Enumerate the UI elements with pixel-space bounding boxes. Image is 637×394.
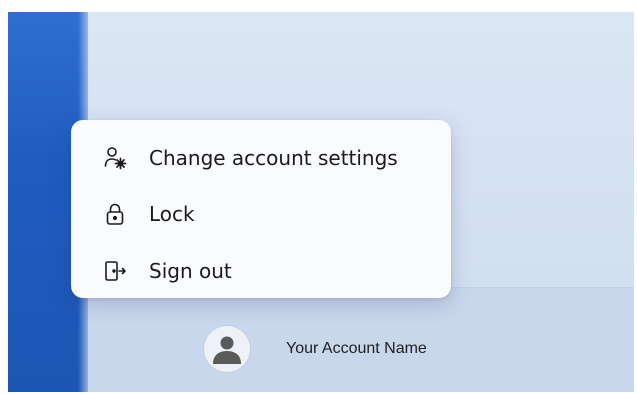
account-settings-icon	[103, 146, 127, 170]
account-context-menu: Change account settings Lock Sign out	[71, 120, 451, 298]
sign-out-icon	[103, 259, 127, 283]
user-avatar-icon	[204, 326, 250, 372]
menu-item-label: Change account settings	[149, 146, 398, 170]
lock-icon	[103, 202, 127, 226]
account-name: Your Account Name	[286, 340, 427, 357]
start-menu-screen: Change account settings Lock Sign out Yo…	[8, 12, 634, 392]
menu-item-label: Lock	[149, 202, 195, 226]
menu-item-lock[interactable]: Lock	[71, 192, 451, 236]
menu-item-label: Sign out	[149, 259, 232, 283]
account-button[interactable]: Your Account Name	[204, 322, 427, 376]
menu-item-sign-out[interactable]: Sign out	[71, 249, 451, 293]
menu-item-change-account-settings[interactable]: Change account settings	[71, 136, 451, 180]
